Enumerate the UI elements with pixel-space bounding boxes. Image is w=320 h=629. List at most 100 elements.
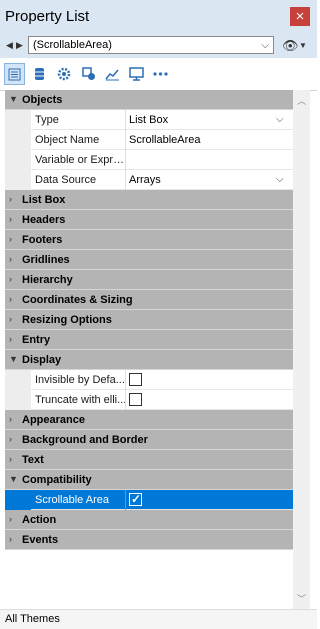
column-divider[interactable]: [125, 490, 126, 510]
section-footers[interactable]: › Footers: [5, 230, 293, 250]
column-divider[interactable]: [125, 150, 126, 170]
column-divider[interactable]: [125, 170, 126, 190]
row-gutter: [5, 110, 31, 130]
object-select[interactable]: (ScrollableArea) ⌵: [28, 36, 274, 54]
prop-truncate[interactable]: Truncate with elli...: [5, 390, 293, 410]
type-dropdown[interactable]: List Box: [129, 114, 168, 126]
next-object-icon[interactable]: ▶: [16, 40, 23, 51]
prop-invisible-by-default[interactable]: Invisible by Defa...: [5, 370, 293, 390]
column-divider[interactable]: [125, 390, 126, 410]
window-title: Property List: [5, 8, 90, 25]
prop-label: Truncate with elli...: [35, 394, 127, 406]
eye-icon[interactable]: 👁: [282, 38, 299, 54]
section-label: Footers: [22, 234, 63, 246]
section-label: Hierarchy: [22, 274, 73, 286]
prop-object-name[interactable]: Object Name ScrollableArea: [5, 130, 293, 150]
section-label: Background and Border: [22, 434, 148, 446]
chevron-right-icon[interactable]: ›: [9, 254, 12, 264]
data-source-dropdown[interactable]: Arrays: [129, 174, 161, 186]
row-gutter: [5, 370, 31, 390]
prop-label: Object Name: [35, 134, 100, 146]
chevron-right-icon[interactable]: ›: [9, 414, 12, 424]
section-objects[interactable]: ▼ Objects: [5, 90, 293, 110]
chevron-right-icon[interactable]: ›: [9, 294, 12, 304]
chevron-right-icon[interactable]: ›: [9, 334, 12, 344]
chevron-right-icon[interactable]: ›: [9, 214, 12, 224]
section-label: Coordinates & Sizing: [22, 294, 133, 306]
section-label: Entry: [22, 334, 51, 346]
more-icon[interactable]: [150, 63, 171, 85]
chevron-down-icon[interactable]: ⌵: [276, 174, 284, 185]
column-divider[interactable]: [125, 110, 126, 130]
gear-icon[interactable]: [53, 63, 74, 85]
chart-icon[interactable]: [102, 63, 123, 85]
section-entry[interactable]: › Entry: [5, 330, 293, 350]
scroll-up-icon[interactable]: ︿: [293, 94, 310, 107]
prop-label: Data Source: [35, 174, 97, 186]
section-events[interactable]: › Events: [5, 530, 293, 550]
chevron-right-icon[interactable]: ›: [9, 274, 12, 284]
section-label: Action: [22, 514, 57, 526]
section-hierarchy[interactable]: › Hierarchy: [5, 270, 293, 290]
truncate-checkbox[interactable]: [129, 393, 142, 406]
section-text[interactable]: › Text: [5, 450, 293, 470]
chevron-down-icon[interactable]: ▼: [9, 474, 18, 484]
chevron-right-icon[interactable]: ›: [9, 314, 12, 324]
section-action[interactable]: › Action: [5, 510, 293, 530]
section-label: Text: [22, 454, 44, 466]
object-select-value: (ScrollableArea): [33, 39, 112, 51]
property-list-icon[interactable]: [4, 63, 25, 85]
checkmark-icon: ✓: [131, 492, 142, 506]
section-label: Objects: [22, 94, 63, 106]
prop-type[interactable]: Type List Box ⌵: [5, 110, 293, 130]
column-divider[interactable]: [125, 130, 126, 150]
section-compatibility[interactable]: ▼ Compatibility: [5, 470, 293, 490]
prop-label: Scrollable Area: [35, 494, 109, 506]
chevron-down-icon: ⌵: [261, 40, 269, 51]
caret-down-icon[interactable]: ▼: [299, 41, 307, 50]
monitor-icon[interactable]: [126, 63, 147, 85]
section-background-border[interactable]: › Background and Border: [5, 430, 293, 450]
prop-label: Type: [35, 114, 59, 126]
row-gutter: [5, 390, 31, 410]
section-display[interactable]: ▼ Display: [5, 350, 293, 370]
close-button[interactable]: ×: [290, 7, 310, 26]
section-label: Appearance: [22, 414, 85, 426]
chevron-down-icon[interactable]: ⌵: [276, 114, 284, 125]
chevron-right-icon[interactable]: ›: [9, 234, 12, 244]
chevron-right-icon[interactable]: ›: [9, 454, 12, 464]
chevron-down-icon[interactable]: ▼: [9, 354, 18, 364]
previous-object-icon[interactable]: ◀: [6, 40, 13, 51]
row-gutter: [5, 150, 31, 170]
object-name-field[interactable]: ScrollableArea: [129, 134, 201, 146]
section-list-box[interactable]: › List Box: [5, 190, 293, 210]
section-gridlines[interactable]: › Gridlines: [5, 250, 293, 270]
chevron-down-icon[interactable]: ▼: [9, 94, 18, 104]
row-gutter: [5, 490, 31, 510]
chevron-right-icon[interactable]: ›: [9, 194, 12, 204]
chevron-right-icon[interactable]: ›: [9, 514, 12, 524]
status-bar: All Themes: [0, 609, 317, 629]
section-appearance[interactable]: › Appearance: [5, 410, 293, 430]
section-label: Gridlines: [22, 254, 70, 266]
status-text: All Themes: [5, 613, 60, 625]
scroll-down-icon[interactable]: ﹀: [293, 592, 310, 605]
section-headers[interactable]: › Headers: [5, 210, 293, 230]
scrollable-area-checkbox[interactable]: ✓: [129, 492, 142, 506]
chevron-right-icon[interactable]: ›: [9, 434, 12, 444]
chevron-right-icon[interactable]: ›: [9, 534, 12, 544]
prop-label: Variable or Expre...: [35, 154, 127, 166]
section-label: Display: [22, 354, 62, 366]
shapes-icon[interactable]: [78, 63, 99, 85]
prop-data-source[interactable]: Data Source Arrays ⌵: [5, 170, 293, 190]
vertical-scrollbar[interactable]: ︿ ﹀: [293, 90, 310, 609]
prop-scrollable-area[interactable]: Scrollable Area ✓: [5, 490, 293, 510]
section-coordinates[interactable]: › Coordinates & Sizing: [5, 290, 293, 310]
database-icon[interactable]: [29, 63, 50, 85]
column-divider[interactable]: [125, 370, 126, 390]
section-resizing[interactable]: › Resizing Options: [5, 310, 293, 330]
section-label: Events: [22, 534, 59, 546]
prop-variable[interactable]: Variable or Expre...: [5, 150, 293, 170]
section-label: List Box: [22, 194, 66, 206]
invisible-checkbox[interactable]: [129, 373, 142, 386]
